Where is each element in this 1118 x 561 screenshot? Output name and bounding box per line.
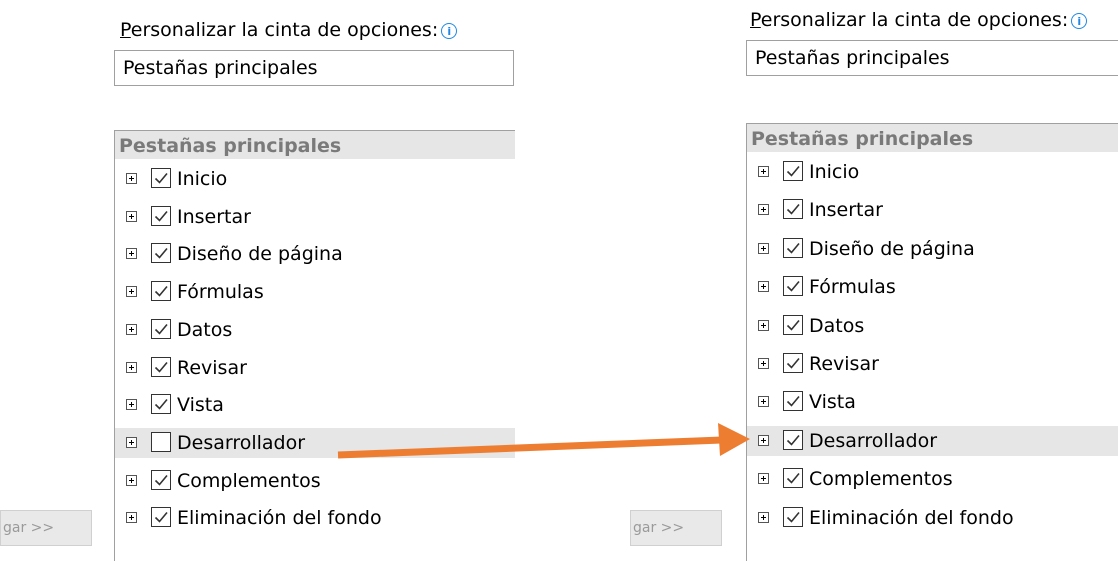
tree-item[interactable]: Revisar	[115, 353, 515, 383]
plus-box-icon[interactable]	[126, 399, 137, 411]
tree-item[interactable]: Fórmulas	[115, 277, 515, 307]
tree-item-label: Eliminación del fondo	[177, 507, 382, 530]
tree-item-label: Complementos	[177, 469, 321, 492]
tree-header: Pestañas principales	[747, 124, 1118, 152]
tab-checkbox[interactable]	[151, 318, 171, 339]
add-button[interactable]: gar >>	[630, 510, 722, 546]
tree-item-label: Insertar	[177, 205, 251, 228]
info-icon[interactable]: i	[441, 22, 458, 39]
tree-item[interactable]: Vista	[747, 387, 1118, 417]
tab-checkbox[interactable]	[783, 276, 803, 297]
plus-box-icon[interactable]	[126, 173, 137, 184]
tab-checkbox[interactable]	[151, 281, 171, 302]
plus-box-icon[interactable]	[758, 281, 769, 293]
plus-box-icon[interactable]	[758, 473, 769, 485]
tree-item[interactable]: Complementos	[115, 466, 515, 496]
tree-item[interactable]: Inicio	[747, 157, 1118, 187]
ribbon-customize-heading: Personalizar la cinta de opciones: i	[750, 8, 1088, 32]
tab-checkbox[interactable]	[151, 394, 171, 415]
info-icon[interactable]: i	[1071, 12, 1088, 29]
tab-checkbox[interactable]	[783, 314, 803, 335]
tree-item[interactable]: Eliminación del fondo	[115, 503, 515, 533]
tree-item-label: Datos	[177, 318, 233, 341]
tab-checkbox[interactable]	[151, 243, 171, 264]
tab-checkbox[interactable]	[783, 391, 803, 412]
tree-item-label: Fórmulas	[809, 276, 896, 299]
ribbon-customize-heading: Personalizar la cinta de opciones: i	[120, 18, 458, 42]
plus-box-icon[interactable]	[126, 210, 137, 222]
heading-accelerator: P	[120, 19, 131, 41]
tab-checkbox[interactable]	[151, 356, 171, 377]
left-panel: Personalizar la cinta de opciones: i Pest…	[0, 0, 520, 561]
tab-checkbox[interactable]	[783, 468, 803, 489]
tree-item-label: Desarrollador	[809, 429, 938, 452]
tab-checkbox[interactable]	[151, 469, 171, 490]
tree-item-label: Inicio	[177, 168, 228, 190]
plus-box-icon[interactable]	[758, 204, 769, 216]
tabs-dropdown[interactable]: Pestañas principales	[114, 50, 514, 86]
tab-checkbox[interactable]	[783, 353, 803, 373]
tabs-dropdown[interactable]: Pestañas principales	[746, 40, 1118, 76]
plus-box-icon[interactable]	[126, 286, 137, 298]
plus-box-icon[interactable]	[126, 248, 137, 260]
tree-item[interactable]: Desarrollador	[115, 427, 515, 458]
tree-item-label: Insertar	[809, 199, 883, 222]
tree-header: Pestañas principales	[115, 131, 515, 159]
tree-item[interactable]: Datos	[115, 315, 515, 345]
plus-box-icon[interactable]	[126, 323, 137, 335]
tree-item-label: Fórmulas	[177, 281, 264, 304]
plus-box-icon[interactable]	[126, 436, 137, 448]
tree-item-label: Diseño de página	[809, 237, 975, 260]
tab-checkbox[interactable]	[783, 429, 803, 450]
plus-box-icon[interactable]	[758, 434, 769, 446]
right-panel: Personalizar la cinta de opciones: i Pest…	[630, 0, 1118, 561]
plus-box-icon[interactable]	[758, 319, 769, 331]
tree-item[interactable]: Desarrollador	[747, 425, 1118, 456]
tree-item-label: Complementos	[809, 468, 953, 491]
tabs-tree[interactable]: Pestañas principales Inicio Insertar Diseñ…	[746, 123, 1118, 561]
tree-item[interactable]: Revisar	[747, 349, 1118, 379]
tabs-tree[interactable]: Pestañas principales Inicio Insertar Diseñ…	[114, 130, 515, 561]
tree-item-label: Revisar	[809, 353, 879, 375]
heading-accelerator: P	[750, 9, 761, 31]
plus-box-icon[interactable]	[758, 166, 769, 177]
plus-box-icon[interactable]	[758, 396, 769, 408]
tree-item-label: Vista	[809, 391, 856, 414]
tree-item[interactable]: Diseño de página	[747, 234, 1118, 264]
tree-item-label: Datos	[809, 314, 865, 337]
tree-item-label: Inicio	[809, 161, 860, 183]
plus-box-icon[interactable]	[126, 474, 137, 486]
heading-text: ersonalizar la cinta de opciones:	[130, 19, 439, 41]
tab-checkbox[interactable]	[151, 168, 171, 188]
tab-checkbox[interactable]	[783, 506, 803, 527]
tree-item-label: Revisar	[177, 356, 247, 379]
tree-item[interactable]: Datos	[747, 311, 1118, 341]
tree-item[interactable]: Diseño de página	[115, 239, 515, 269]
tab-checkbox[interactable]	[151, 507, 171, 528]
tab-checkbox[interactable]	[783, 237, 803, 258]
tab-checkbox[interactable]	[783, 161, 803, 181]
tree-item-label: Eliminación del fondo	[809, 506, 1014, 529]
tree-item[interactable]: Insertar	[115, 202, 515, 232]
plus-box-icon[interactable]	[126, 361, 137, 373]
tree-item[interactable]: Fórmulas	[747, 272, 1118, 302]
plus-box-icon[interactable]	[758, 511, 769, 523]
tree-item[interactable]: Insertar	[747, 195, 1118, 225]
tab-checkbox[interactable]	[783, 199, 803, 220]
tab-checkbox[interactable]	[151, 205, 171, 226]
tree-item-label: Vista	[177, 394, 224, 417]
tab-checkbox[interactable]	[151, 431, 171, 452]
tree-item[interactable]: Eliminación del fondo	[747, 503, 1118, 533]
heading-text: ersonalizar la cinta de opciones:	[760, 9, 1069, 31]
plus-box-icon[interactable]	[126, 512, 137, 524]
tree-item[interactable]: Vista	[115, 390, 515, 420]
add-button[interactable]: gar >>	[0, 510, 92, 546]
plus-box-icon[interactable]	[758, 358, 769, 369]
tree-item-label: Desarrollador	[177, 431, 306, 454]
plus-box-icon[interactable]	[758, 242, 769, 254]
tree-item[interactable]: Complementos	[747, 464, 1118, 494]
tree-item[interactable]: Inicio	[115, 164, 515, 194]
tree-item-label: Diseño de página	[177, 243, 343, 266]
